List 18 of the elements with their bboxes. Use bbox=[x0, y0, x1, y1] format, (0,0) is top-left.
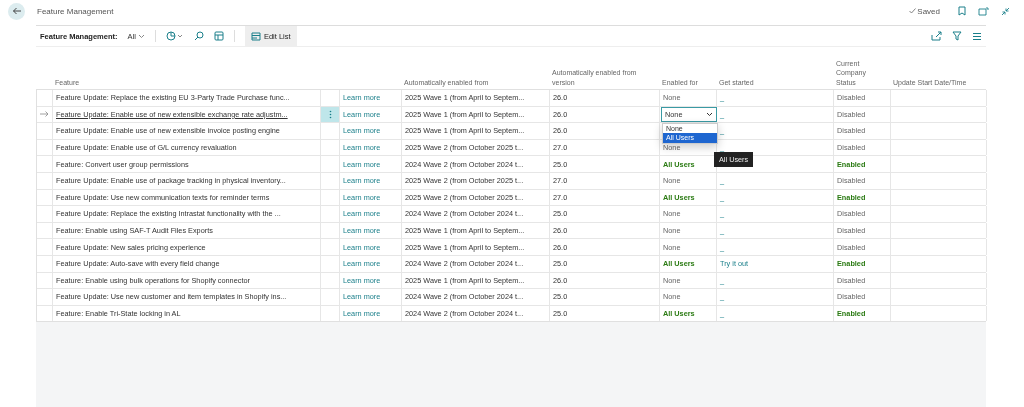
current-row-icon bbox=[40, 111, 49, 118]
list-icon[interactable] bbox=[972, 31, 982, 41]
open-window-icon[interactable] bbox=[978, 6, 989, 16]
back-button[interactable] bbox=[8, 2, 25, 20]
saved-status: Saved bbox=[917, 6, 940, 16]
check-icon bbox=[909, 8, 917, 14]
analysis-icon[interactable] bbox=[165, 31, 184, 41]
collapse-icon[interactable] bbox=[1001, 6, 1010, 16]
chevron-down-icon bbox=[137, 33, 145, 39]
bookmark-icon[interactable] bbox=[958, 6, 966, 16]
back-arrow-icon bbox=[11, 6, 22, 16]
grid-icon[interactable] bbox=[213, 31, 224, 41]
search-icon[interactable] bbox=[193, 31, 204, 41]
share-icon[interactable] bbox=[931, 31, 942, 41]
page-title: Feature Management bbox=[37, 6, 114, 16]
chevron-down-icon bbox=[706, 111, 713, 117]
filter-icon[interactable] bbox=[952, 31, 962, 41]
table-edit-icon bbox=[250, 31, 261, 41]
